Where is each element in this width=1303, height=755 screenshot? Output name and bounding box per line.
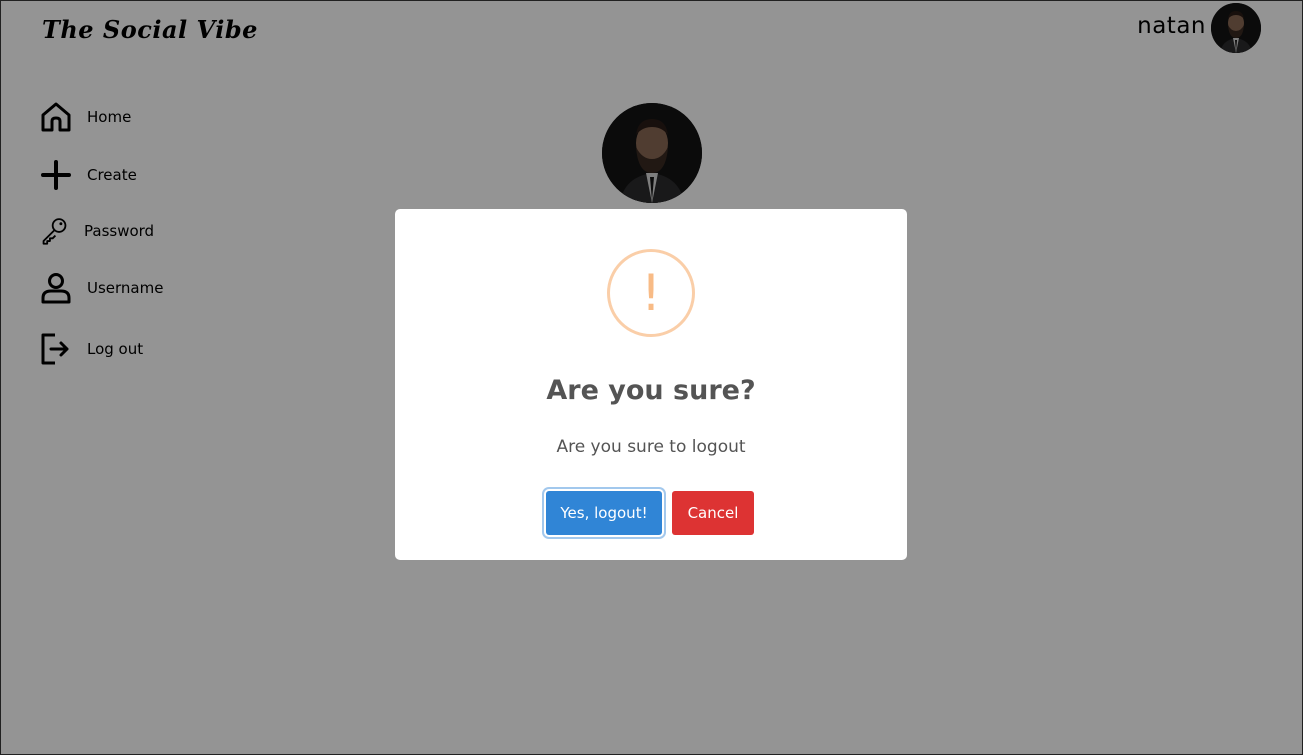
confirm-logout-button[interactable]: Yes, logout! <box>546 491 662 535</box>
exclamation-icon: ! <box>640 264 662 322</box>
dialog-title: Are you sure? <box>546 375 756 406</box>
cancel-button[interactable]: Cancel <box>672 491 754 535</box>
warning-icon: ! <box>607 249 695 337</box>
logout-confirm-dialog: ! Are you sure? Are you sure to logout Y… <box>395 209 907 560</box>
dialog-message: Are you sure to logout <box>556 437 746 457</box>
